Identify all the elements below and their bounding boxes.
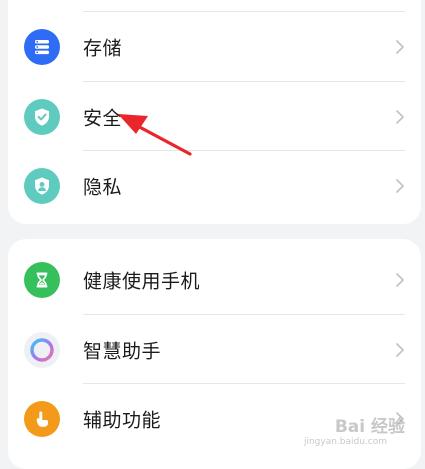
chevron-right-icon [396, 178, 404, 193]
shield-check-icon [24, 98, 60, 135]
settings-item-label: 辅助功能 [83, 409, 162, 431]
settings-item-smart-assistant[interactable]: 智慧助手 [8, 315, 421, 384]
chevron-right-icon [396, 342, 404, 357]
settings-item-label: 隐私 [83, 176, 123, 198]
settings-item-privacy[interactable]: 隐私 [8, 151, 421, 220]
settings-card-system: 存储 安全 隐私 [8, 0, 421, 224]
chevron-right-icon [396, 39, 404, 54]
settings-item-digital-balance[interactable]: 健康使用手机 [8, 245, 421, 314]
privacy-person-icon [24, 167, 60, 204]
settings-item-label: 存储 [83, 37, 123, 59]
watermark-sub: jingyan.baidu.com [303, 437, 387, 447]
chevron-right-icon [396, 109, 404, 124]
ring-icon [24, 331, 60, 368]
settings-item-label: 健康使用手机 [83, 270, 201, 292]
settings-item-security[interactable]: 安全 [8, 82, 421, 151]
settings-item-storage[interactable]: 存储 [8, 12, 421, 81]
watermark: Bai 经验 [334, 417, 405, 437]
settings-item-label: 安全 [83, 107, 123, 129]
hourglass-icon [24, 261, 60, 298]
settings-item-label: 智慧助手 [83, 340, 162, 362]
chevron-right-icon [396, 272, 404, 287]
hand-icon [24, 400, 60, 437]
storage-icon [24, 28, 60, 65]
